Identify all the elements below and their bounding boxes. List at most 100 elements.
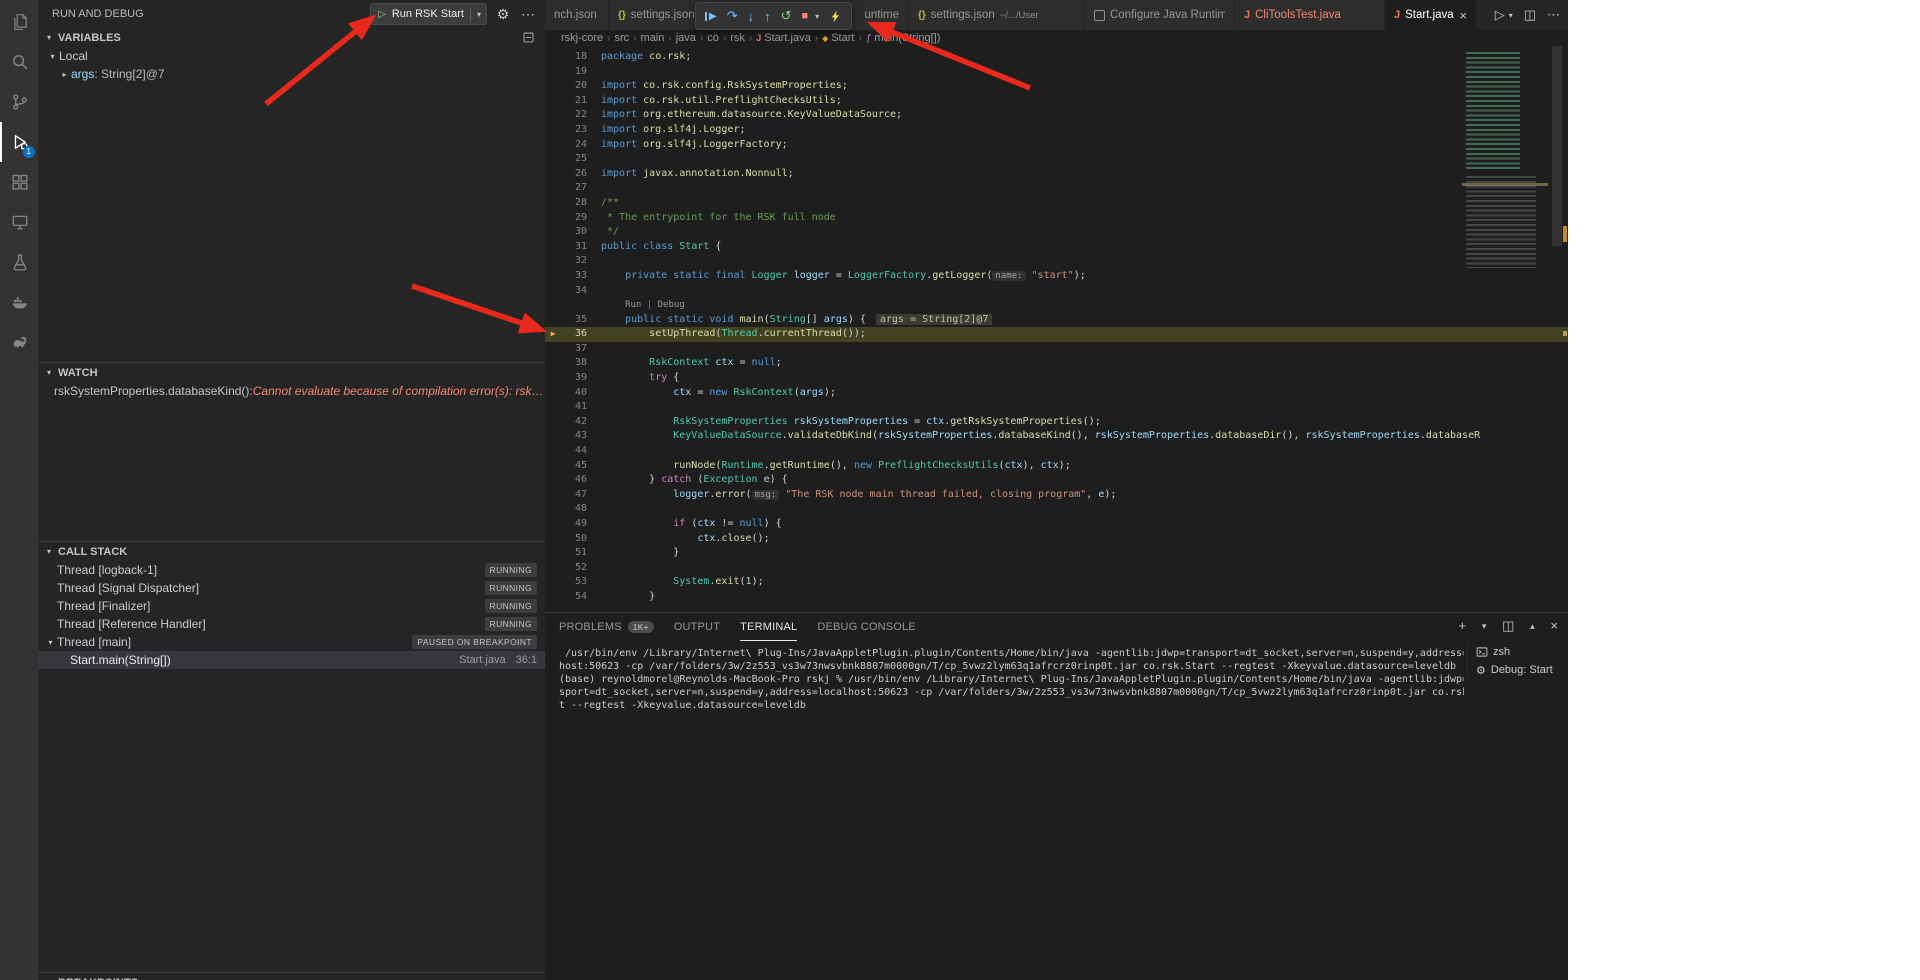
activity-item-remote-explorer[interactable] <box>0 202 38 242</box>
minimap[interactable] <box>1462 46 1548 276</box>
step-over-icon[interactable]: ↷ <box>727 8 738 24</box>
activity-item-source-control[interactable] <box>0 82 38 122</box>
split-editor-icon[interactable]: ◫ <box>1524 7 1536 23</box>
breadcrumb-item[interactable]: co <box>707 32 719 44</box>
code-line[interactable]: 33 private static final Logger logger = … <box>545 269 1568 284</box>
code-line[interactable]: 32 <box>545 254 1568 269</box>
panel-tab-debug-console[interactable]: DEBUG CONSOLE <box>817 613 916 641</box>
more-editor-actions-icon[interactable]: ⋯ <box>1547 7 1560 23</box>
more-actions-icon[interactable]: ⋯ <box>519 6 537 23</box>
terminal-picker-dropdown-icon[interactable]: ▾ <box>1478 621 1490 632</box>
code-line[interactable]: 25 <box>545 152 1568 167</box>
terminal-output[interactable]: /usr/bin/env /Library/Internet\ Plug-Ins… <box>559 647 1464 712</box>
code-line[interactable]: 48 <box>545 502 1568 517</box>
current-execution-line[interactable]: ▶36 setUpThread(Thread.currentThread()); <box>545 327 1568 342</box>
editor-scrollbar[interactable] <box>1552 46 1562 246</box>
code-line[interactable]: 26import javax.annotation.Nonnull; <box>545 167 1568 182</box>
terminal-session-zsh[interactable]: zsh <box>1468 643 1568 661</box>
watch-expression[interactable]: rskSystemProperties.databaseKind(): Cann… <box>38 382 545 400</box>
code-line[interactable]: 50 ctx.close(); <box>545 532 1568 547</box>
code-line[interactable]: 42 RskSystemProperties rskSystemProperti… <box>545 415 1568 430</box>
hot-code-replace-icon[interactable] <box>829 10 842 23</box>
tab-settings-json[interactable]: {}settings.json <box>609 0 705 30</box>
code-line[interactable]: 34 <box>545 284 1568 299</box>
panel-tab-output[interactable]: OUTPUT <box>674 613 720 641</box>
code-line[interactable]: 46 } catch (Exception e) { <box>545 473 1568 488</box>
terminal-session-debug-start[interactable]: ⚙Debug: Start <box>1468 661 1568 679</box>
scope-local[interactable]: ▾ Local <box>38 47 545 65</box>
tab-start-java[interactable]: JStart.java× <box>1385 0 1477 30</box>
breadcrumb-item[interactable]: main <box>641 32 665 44</box>
run-java-file-icon[interactable]: ▷ <box>1495 7 1505 23</box>
start-debugging-icon[interactable]: ▷ <box>378 9 386 20</box>
stack-frame-row[interactable]: Start.main(String[])Start.java36:1 <box>38 651 545 669</box>
toolbar-dropdown-icon[interactable]: ▾ <box>815 12 819 21</box>
code-line[interactable]: 19 <box>545 65 1568 80</box>
breadcrumb-item[interactable]: rskj-core <box>561 32 603 44</box>
activity-item-search[interactable] <box>0 42 38 82</box>
step-out-icon[interactable]: ↑ <box>764 9 771 24</box>
code-line[interactable]: 31public class Start { <box>545 240 1568 255</box>
breadcrumb-item[interactable]: rsk <box>730 32 745 44</box>
activity-item-explorer[interactable] <box>0 2 38 42</box>
code-line[interactable]: 43 KeyValueDataSource.validateDbKind(rsk… <box>545 429 1568 444</box>
codelens-link[interactable]: Run <box>625 300 641 310</box>
activity-item-extensions[interactable] <box>0 162 38 202</box>
code-line[interactable]: 29 * The entrypoint for the RSK full nod… <box>545 211 1568 226</box>
code-line[interactable]: 35 public static void main(String[] args… <box>545 313 1568 328</box>
tab-configure-java-runtime[interactable]: Configure Java Runtime <box>1085 0 1235 30</box>
code-line[interactable]: 20import co.rsk.config.RskSystemProperti… <box>545 79 1568 94</box>
activity-item-run-and-debug[interactable]: 1 <box>0 122 38 162</box>
code-line[interactable]: 51 } <box>545 546 1568 561</box>
maximize-panel-icon[interactable]: ▴ <box>1526 621 1538 632</box>
stop-icon[interactable]: ■ <box>802 10 809 22</box>
tab-clitoolstest-java[interactable]: JCliToolsTest.java <box>1235 0 1385 30</box>
tab-settings-json[interactable]: {}settings.json~/.../User <box>909 0 1085 30</box>
thread-row[interactable]: Thread [Signal Dispatcher]RUNNING <box>38 579 545 597</box>
codelens-line[interactable]: Run | Debug <box>545 298 1568 313</box>
step-into-icon[interactable]: ↓ <box>748 9 755 24</box>
breadcrumb-item[interactable]: ◆Start <box>822 32 854 44</box>
restart-icon[interactable]: ↺ <box>781 8 792 24</box>
new-terminal-icon[interactable]: + <box>1459 618 1467 634</box>
launch-config-select[interactable]: ▷ Run RSK Start ▾ <box>370 3 487 25</box>
code-line[interactable]: 23import org.slf4j.Logger; <box>545 123 1568 138</box>
tab-nch-json[interactable]: nch.json <box>545 0 609 30</box>
code-line[interactable]: 21import co.rsk.util.PreflightChecksUtil… <box>545 94 1568 109</box>
panel-tab-problems[interactable]: PROBLEMS1K+ <box>559 613 654 641</box>
breakpoints-header[interactable]: ▾ BREAKPOINTS <box>38 972 545 980</box>
breadcrumb-item[interactable]: JStart.java <box>756 32 810 44</box>
run-dropdown-icon[interactable]: ▾ <box>1509 11 1513 20</box>
code-line[interactable]: 47 logger.error(msg: "The RSK node main … <box>545 488 1568 503</box>
code-line[interactable]: 37 <box>545 342 1568 357</box>
breadcrumb-item[interactable]: java <box>676 32 696 44</box>
activity-item-testing[interactable] <box>0 242 38 282</box>
thread-row[interactable]: Thread [logback-1]RUNNING <box>38 561 545 579</box>
split-terminal-icon[interactable]: ◫ <box>1502 618 1514 634</box>
code-line[interactable]: 54 } <box>545 590 1568 605</box>
code-line[interactable]: 28/** <box>545 196 1568 211</box>
variables-header[interactable]: ▾ VARIABLES <box>38 28 545 47</box>
thread-row[interactable]: Thread [Finalizer]RUNNING <box>38 597 545 615</box>
thread-row[interactable]: ▾Thread [main]PAUSED ON BREAKPOINT <box>38 633 545 651</box>
close-panel-icon[interactable]: × <box>1550 618 1558 634</box>
code-line[interactable]: 52 <box>545 561 1568 576</box>
code-editor[interactable]: 18package co.rsk;1920import co.rsk.confi… <box>545 46 1568 612</box>
code-line[interactable]: 40 ctx = new RskContext(args); <box>545 386 1568 401</box>
code-line[interactable]: 27 <box>545 181 1568 196</box>
code-line[interactable]: 53 System.exit(1); <box>545 575 1568 590</box>
code-line[interactable]: 24import org.slf4j.LoggerFactory; <box>545 138 1568 153</box>
activity-item-gradle[interactable] <box>0 322 38 362</box>
code-line[interactable]: 22import org.ethereum.datasource.KeyValu… <box>545 108 1568 123</box>
panel-tab-terminal[interactable]: TERMINAL <box>740 613 797 641</box>
breadcrumb-item[interactable]: src <box>615 32 630 44</box>
debug-current-line-arrow-icon[interactable]: ▶ <box>545 327 561 342</box>
code-line[interactable]: 39 try { <box>545 371 1568 386</box>
code-line[interactable]: 44 <box>545 444 1568 459</box>
code-line[interactable]: 18package co.rsk; <box>545 50 1568 65</box>
chevron-down-icon[interactable]: ▾ <box>477 10 481 19</box>
close-icon[interactable]: × <box>1459 9 1467 22</box>
code-line[interactable]: 49 if (ctx != null) { <box>545 517 1568 532</box>
breadcrumb-item[interactable]: ƒmain(String[]) <box>866 32 941 44</box>
watch-header[interactable]: ▾ WATCH <box>38 362 545 382</box>
